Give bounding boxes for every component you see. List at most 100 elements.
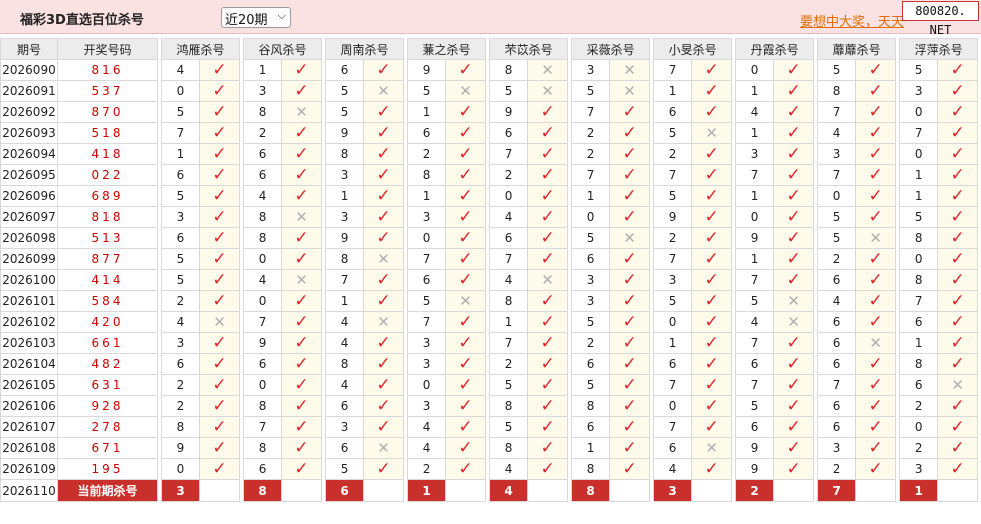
col-gap: [977, 101, 981, 123]
kill-number-cell: 0: [407, 227, 447, 249]
kill-number-cell: 6: [243, 164, 283, 186]
check-icon: ✓: [786, 353, 801, 374]
result-mark-cell: ✓: [198, 437, 241, 459]
kill-number-cell: 5: [325, 80, 365, 102]
kill-number-cell: 5: [653, 122, 693, 144]
kill-number-cell: 8: [489, 59, 529, 81]
result-mark-cell: ✓: [198, 185, 241, 207]
result-mark-cell: ✓: [445, 101, 487, 123]
check-icon: ✓: [704, 374, 719, 395]
kill-number-cell: 3: [243, 80, 283, 102]
check-icon: ✓: [540, 311, 555, 332]
kill-number-cell: 7: [489, 332, 529, 354]
kill-number-cell: 1: [407, 101, 447, 123]
result-mark-cell: ✓: [281, 143, 323, 165]
result-mark-cell: ✓: [363, 59, 405, 81]
kill-number-cell: 5: [571, 311, 611, 333]
check-icon: ✓: [540, 206, 555, 227]
kill-number-cell: 5: [653, 185, 693, 207]
cross-icon: ✕: [377, 81, 390, 100]
check-icon: ✓: [294, 374, 309, 395]
site-badge: 800820. NET: [902, 1, 979, 37]
kill-number-cell: 7: [653, 59, 693, 81]
result-mark-cell: ✓: [773, 332, 815, 354]
check-icon: ✓: [458, 206, 473, 227]
check-icon: ✓: [704, 269, 719, 290]
result-mark-cell: ✕: [527, 59, 569, 81]
draw-number-cell: 482: [57, 353, 158, 375]
check-icon: ✓: [786, 458, 801, 479]
kill-number-cell: 2: [571, 122, 611, 144]
kill-number-cell: 9: [161, 437, 200, 459]
kill-number-cell: 0: [243, 248, 283, 270]
result-mark-cell: ✓: [198, 206, 241, 228]
result-mark-cell: ✓: [363, 206, 405, 228]
kill-number-cell: 8: [407, 164, 447, 186]
result-mark-cell: ✓: [198, 395, 241, 417]
kill-number-cell: 5: [489, 416, 529, 438]
kill-number-cell: 7: [489, 143, 529, 165]
kill-number-cell: 9: [407, 59, 447, 81]
chevron-down-icon: ⌵: [277, 9, 286, 22]
kill-number-cell: 0: [899, 248, 939, 270]
result-mark-cell: ✓: [773, 227, 815, 249]
result-mark-cell: ✓: [937, 101, 979, 123]
period-select[interactable]: 近20期 ⌵: [221, 7, 291, 28]
table-row: 20260935187✓2✓9✓6✓6✓2✓5✕1✓4✓7✓9: [0, 122, 981, 144]
result-mark-cell: ✓: [855, 374, 897, 396]
result-mark-cell: ✓: [691, 458, 733, 480]
promo-link[interactable]: 要想中大奖，天天: [800, 11, 906, 30]
kill-number-cell: 5: [489, 374, 529, 396]
kill-number-cell: 3: [817, 143, 857, 165]
kill-number-cell: 5: [899, 59, 939, 81]
result-mark-cell: ✓: [609, 374, 651, 396]
result-mark-cell: ✓: [609, 248, 651, 270]
check-icon: ✓: [458, 311, 473, 332]
result-mark-cell: ✓: [281, 227, 323, 249]
kill-number-cell: 4: [817, 122, 857, 144]
result-mark-cell: ✓: [198, 227, 241, 249]
kill-number-cell: 9: [243, 332, 283, 354]
check-icon: ✓: [212, 185, 227, 206]
kill-number-cell: 2: [161, 374, 200, 396]
kill-number-cell: 4: [325, 374, 365, 396]
check-icon: ✓: [212, 353, 227, 374]
kill-number-cell: 5: [161, 185, 200, 207]
kill-number-cell: 8: [899, 353, 939, 375]
check-icon: ✓: [868, 290, 883, 311]
result-mark-cell: ✕: [609, 59, 651, 81]
check-icon: ✓: [622, 437, 637, 458]
result-mark-cell: ✓: [855, 353, 897, 375]
kill-number-cell: 3: [161, 206, 200, 228]
kill-number-cell: 5: [325, 101, 365, 123]
kill-number-cell: 6: [653, 437, 693, 459]
draw-number-cell: 818: [57, 206, 158, 228]
kill-number-cell: 5: [407, 80, 447, 102]
kill-number-cell: 6: [161, 164, 200, 186]
current-kill-number: 3: [653, 479, 693, 502]
check-icon: ✓: [704, 395, 719, 416]
result-mark-cell: ✓: [363, 227, 405, 249]
check-icon: ✓: [212, 458, 227, 479]
issue-cell: 2026103: [0, 332, 58, 354]
check-icon: ✓: [704, 353, 719, 374]
kill-number-cell: 3: [161, 332, 200, 354]
check-icon: ✓: [868, 122, 883, 143]
result-mark-cell: ✓: [445, 143, 487, 165]
kill-number-cell: 5: [161, 248, 200, 270]
kill-number-cell: 7: [571, 164, 611, 186]
result-mark-cell: ✓: [855, 290, 897, 312]
kill-number-cell: 6: [161, 227, 200, 249]
kill-number-cell: 2: [899, 437, 939, 459]
check-icon: ✓: [540, 290, 555, 311]
check-icon: ✓: [786, 332, 801, 353]
result-mark-cell: ✓: [691, 185, 733, 207]
cross-icon: ✕: [623, 228, 636, 247]
kill-number-cell: 0: [161, 458, 200, 480]
kill-number-cell: 7: [653, 416, 693, 438]
col-header-expert: 丹霞杀号: [735, 38, 815, 60]
result-mark-cell: ✓: [773, 122, 815, 144]
result-mark-cell: ✓: [937, 416, 979, 438]
col-gap: [977, 164, 981, 186]
current-blank-cell: [937, 479, 979, 502]
